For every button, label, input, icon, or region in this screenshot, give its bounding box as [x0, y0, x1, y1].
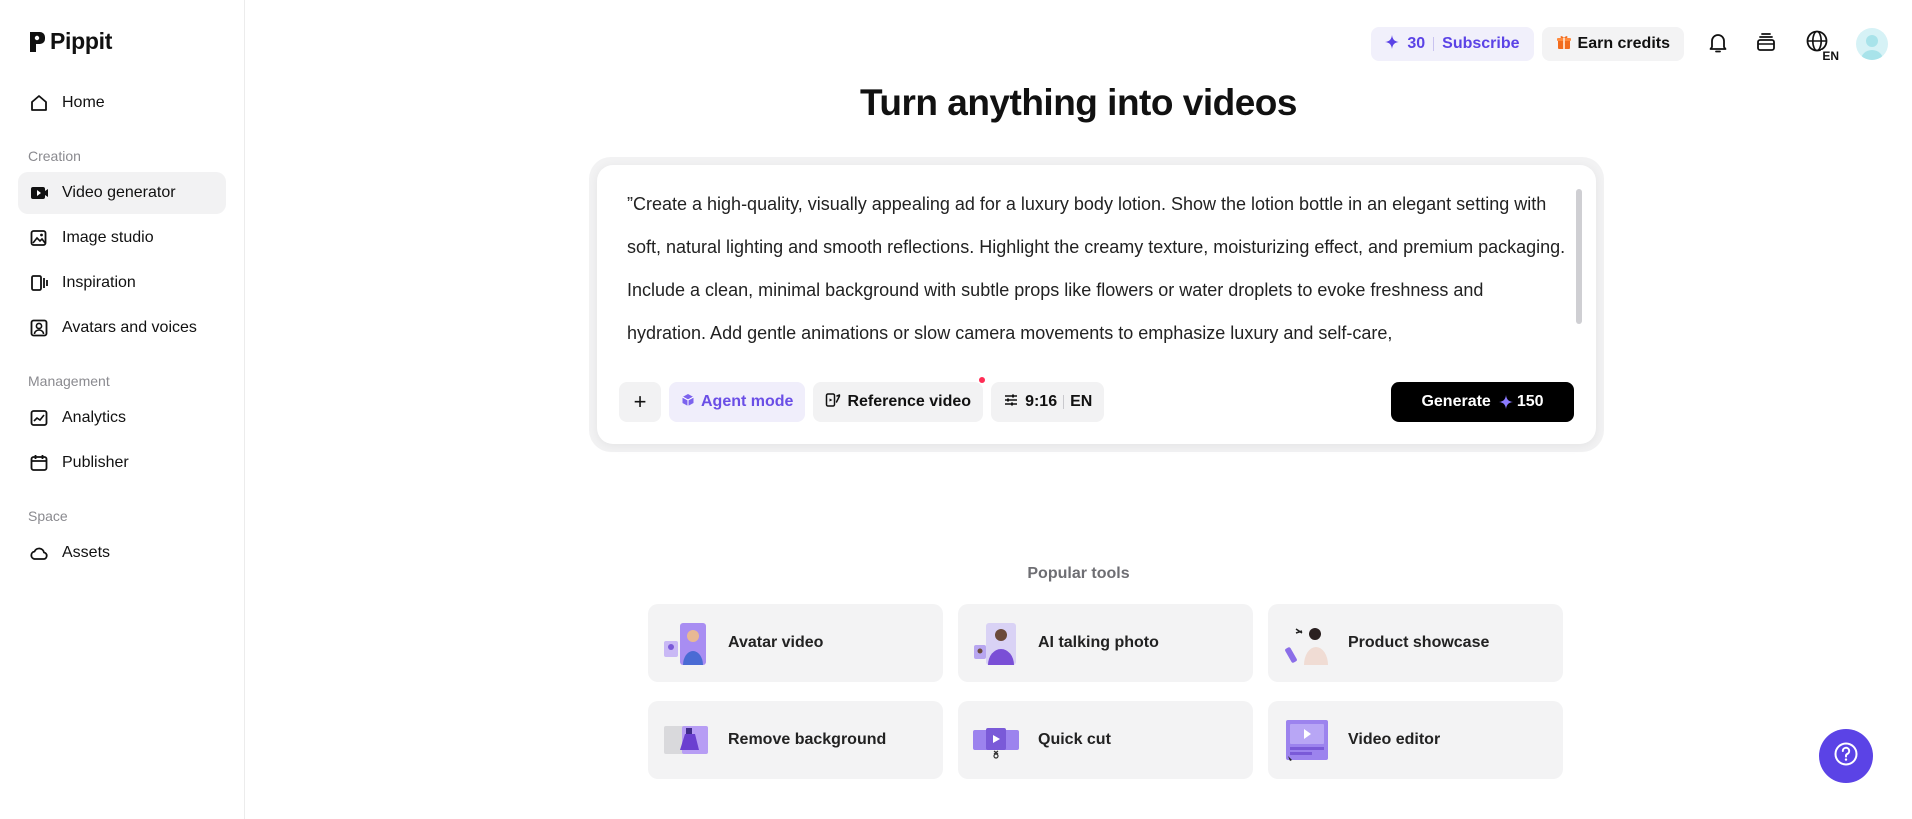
tool-label: AI talking photo	[1038, 634, 1159, 651]
sidebar-item-avatars-voices[interactable]: Avatars and voices	[18, 307, 226, 349]
avatar-video-thumb	[662, 619, 710, 667]
subscribe-link[interactable]: Subscribe	[1442, 35, 1519, 53]
sidebar: Pippit Home Creation Video generator Ima…	[0, 0, 245, 819]
gift-icon	[1556, 34, 1572, 55]
tool-label: Quick cut	[1038, 731, 1111, 748]
divider	[1063, 395, 1065, 409]
agent-mode-label: Agent mode	[701, 393, 794, 410]
language-button[interactable]: EN	[1794, 24, 1842, 64]
prompt-card: ”Create a high-quality, visually appeali…	[597, 165, 1596, 444]
sidebar-item-inspiration[interactable]: Inspiration	[18, 262, 226, 304]
language-code: EN	[1821, 49, 1840, 63]
earn-credits-label: Earn credits	[1577, 35, 1670, 52]
tool-label: Avatar video	[728, 634, 824, 651]
sidebar-item-video-generator[interactable]: Video generator	[18, 172, 226, 214]
generate-cost: 150	[1516, 393, 1544, 410]
inspiration-icon	[28, 272, 50, 294]
divider	[1433, 37, 1435, 51]
home-icon	[28, 92, 50, 114]
sidebar-item-label: Home	[62, 94, 105, 111]
tool-card-ai-talking-photo[interactable]: AI talking photo	[958, 604, 1253, 682]
reference-video-label: Reference video	[847, 393, 972, 410]
sparkle-icon	[1385, 34, 1400, 54]
tool-label: Remove background	[728, 731, 887, 748]
generate-button[interactable]: Generate 150	[1391, 382, 1574, 422]
tool-card-quick-cut[interactable]: Quick cut	[958, 701, 1253, 779]
cloud-icon	[28, 542, 50, 564]
pippit-logo-icon	[30, 31, 45, 52]
product-showcase-thumb	[1282, 619, 1330, 667]
sidebar-item-image-studio[interactable]: Image studio	[18, 217, 226, 259]
stack-icon	[1754, 30, 1778, 59]
section-label-management: Management	[28, 373, 110, 389]
quick-cut-thumb	[972, 716, 1020, 764]
user-icon	[1861, 35, 1883, 60]
sidebar-item-label: Analytics	[62, 409, 127, 426]
user-avatar[interactable]	[1856, 28, 1888, 60]
tool-card-product-showcase[interactable]: Product showcase	[1268, 604, 1563, 682]
calendar-icon	[28, 452, 50, 474]
sidebar-item-publisher[interactable]: Publisher	[18, 442, 226, 484]
language-setting: EN	[1070, 393, 1093, 410]
analytics-icon	[28, 407, 50, 429]
talking-photo-thumb	[972, 619, 1020, 667]
earn-credits-button[interactable]: Earn credits	[1541, 27, 1684, 61]
video-editor-thumb	[1282, 716, 1330, 764]
add-button[interactable]: +	[619, 382, 661, 422]
tool-label: Product showcase	[1348, 634, 1490, 651]
sidebar-item-label: Video generator	[62, 184, 176, 201]
sidebar-item-label: Inspiration	[62, 274, 136, 291]
tool-card-avatar-video[interactable]: Avatar video	[648, 604, 943, 682]
sidebar-item-label: Assets	[62, 544, 111, 561]
tool-card-remove-background[interactable]: Remove background	[648, 701, 943, 779]
tool-card-video-editor[interactable]: Video editor	[1268, 701, 1563, 779]
popular-tools-heading: Popular tools	[1027, 565, 1130, 582]
stack-button[interactable]	[1746, 24, 1786, 64]
tool-label: Video editor	[1348, 731, 1441, 748]
header-actions: 30 Subscribe Earn credits EN	[1371, 24, 1888, 64]
section-label-space: Space	[28, 508, 68, 524]
sidebar-item-assets[interactable]: Assets	[18, 532, 226, 574]
reference-video-icon	[825, 392, 841, 413]
sidebar-item-label: Publisher	[62, 454, 129, 471]
prompt-scrollbar[interactable]	[1576, 189, 1582, 324]
remove-bg-thumb	[662, 716, 710, 764]
credit-count: 30	[1407, 35, 1426, 52]
notifications-button[interactable]	[1698, 24, 1738, 64]
app-logo[interactable]: Pippit	[28, 28, 112, 55]
sidebar-item-analytics[interactable]: Analytics	[18, 397, 226, 439]
prompt-input[interactable]: ”Create a high-quality, visually appeali…	[627, 183, 1567, 355]
sidebar-item-label: Image studio	[62, 229, 154, 246]
notification-dot	[979, 377, 986, 383]
app-name: Pippit	[50, 28, 113, 54]
image-studio-icon	[28, 227, 50, 249]
sparkle-icon	[1498, 395, 1513, 409]
page-title: Turn anything into videos	[860, 82, 1297, 123]
section-label-creation: Creation	[28, 148, 81, 164]
agent-mode-button[interactable]: Agent mode	[669, 382, 806, 422]
sliders-icon	[1003, 392, 1019, 413]
prompt-container: ”Create a high-quality, visually appeali…	[589, 157, 1604, 452]
generate-label: Generate	[1421, 393, 1491, 410]
sidebar-item-home[interactable]: Home	[18, 82, 226, 124]
cube-icon	[681, 393, 695, 412]
settings-button[interactable]: 9:16 EN	[991, 382, 1105, 422]
help-button[interactable]	[1819, 729, 1873, 783]
question-icon	[1833, 741, 1859, 772]
credits-subscribe-pill[interactable]: 30 Subscribe	[1371, 27, 1534, 61]
prompt-toolbar: + Agent mode Reference video 9:16 EN	[619, 377, 1105, 422]
reference-video-button[interactable]: Reference video	[813, 377, 986, 422]
aspect-ratio: 9:16	[1025, 393, 1058, 410]
bell-icon	[1706, 30, 1730, 59]
video-generator-icon	[28, 182, 50, 204]
sidebar-item-label: Avatars and voices	[62, 319, 197, 336]
avatar-icon	[28, 317, 50, 339]
